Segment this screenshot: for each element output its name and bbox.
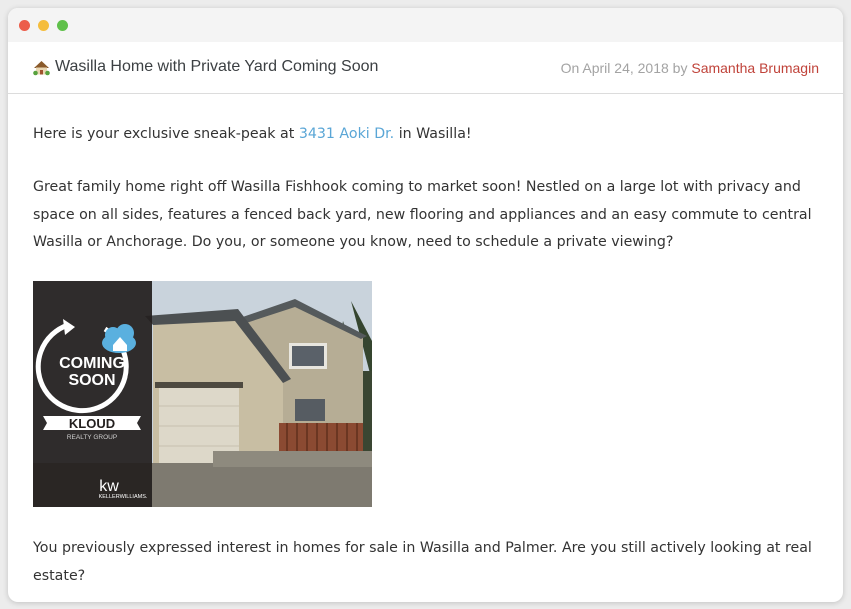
brand-sub: REALTY GROUP bbox=[67, 434, 117, 441]
house-with-garden-icon bbox=[33, 59, 50, 76]
address-link[interactable]: 3431 Aoki Dr. bbox=[299, 126, 394, 142]
email-meta: On April 24, 2018 by Samantha Brumagin bbox=[561, 60, 819, 76]
kw-logo: kw bbox=[99, 478, 119, 495]
close-window-button[interactable] bbox=[19, 20, 30, 31]
author-link[interactable]: Samantha Brumagin bbox=[691, 60, 819, 76]
intro-after-text: in Wasilla! bbox=[398, 126, 472, 142]
kw-sub: KELLERWILLIAMS. bbox=[99, 494, 148, 500]
email-window: Wasilla Home with Private Yard Coming So… bbox=[8, 8, 843, 602]
intro-before-text: Here is your exclusive sneak-peak at bbox=[33, 126, 295, 142]
email-subject: Wasilla Home with Private Yard Coming So… bbox=[33, 58, 378, 76]
date-text: On April 24, 2018 by bbox=[560, 60, 688, 76]
subject-text: Wasilla Home with Private Yard Coming So… bbox=[55, 58, 379, 75]
maximize-window-button[interactable] bbox=[57, 20, 68, 31]
email-header: Wasilla Home with Private Yard Coming So… bbox=[8, 42, 843, 94]
badge-line2: SOON bbox=[68, 372, 115, 389]
followup-paragraph: You previously expressed interest in hom… bbox=[33, 540, 812, 584]
listing-photo[interactable]: COMING SOON KLOUD REALTY GROUP kw KELLER… bbox=[33, 281, 372, 507]
description-paragraph: Great family home right off Wasilla Fish… bbox=[33, 179, 812, 250]
intro-paragraph: Here is your exclusive sneak-peak at 343… bbox=[33, 121, 823, 149]
title-bar bbox=[8, 8, 843, 42]
brand-name: KLOUD bbox=[69, 416, 115, 431]
badge-line1: COMING bbox=[59, 355, 125, 372]
minimize-window-button[interactable] bbox=[38, 20, 49, 31]
